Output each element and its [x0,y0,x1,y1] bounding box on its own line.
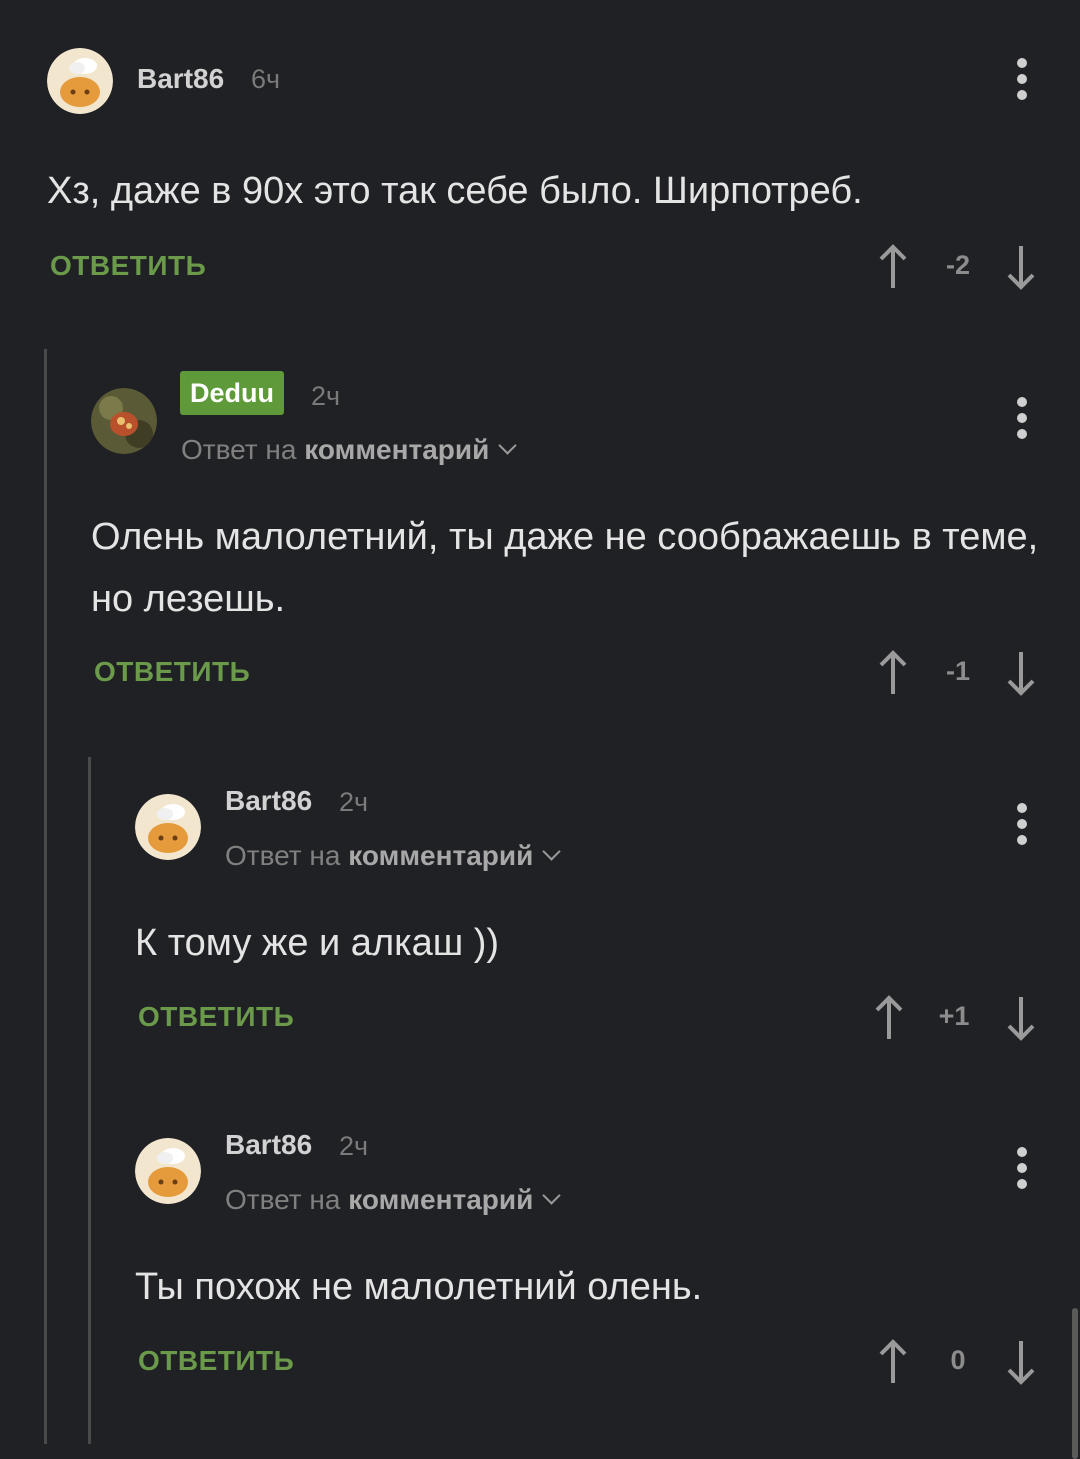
timestamp: 2ч [311,381,341,411]
reply-button[interactable]: ОТВЕТИТЬ [138,1345,294,1377]
reply-to-link[interactable]: Ответ на комментарий [225,1184,562,1216]
timestamp: 6ч [251,64,281,94]
chevron-down-icon[interactable] [542,842,562,861]
arrow-up-icon[interactable] [878,1339,908,1385]
arrow-down-icon[interactable] [1006,1339,1036,1385]
reply-to-prefix: Ответ на [225,1184,341,1215]
comment-text: К тому же и алкаш )) [135,922,500,964]
vote-controls: +1 [874,995,1038,1041]
vote-controls: -2 [878,244,1038,290]
reply-to-target[interactable]: комментарий [304,434,489,465]
score: +1 [938,1001,970,1031]
username[interactable]: Bart86 [225,1129,312,1161]
arrow-down-icon[interactable] [1006,244,1036,290]
username[interactable]: Bart86 [225,785,312,817]
reply-to-target[interactable]: комментарий [348,1184,533,1215]
reply-to-prefix: Ответ на [225,840,341,871]
comment-text: Ты похож не малолетний олень. [135,1266,703,1308]
reply-button[interactable]: ОТВЕТИТЬ [138,1001,294,1033]
comment-text: Хз, даже в 90х это так себе было. Ширпот… [47,170,863,212]
arrow-up-icon[interactable] [878,244,908,290]
avatar[interactable] [135,1138,201,1204]
more-vertical-icon[interactable] [1012,803,1032,849]
score: -1 [945,656,970,686]
arrow-up-icon[interactable] [878,650,908,696]
vote-controls: -1 [878,650,1038,696]
score: -2 [945,250,970,280]
more-vertical-icon[interactable] [1012,1147,1032,1193]
arrow-up-icon[interactable] [874,995,904,1041]
avatar[interactable] [47,48,113,114]
timestamp: 2ч [339,787,369,817]
reply-button[interactable]: ОТВЕТИТЬ [94,656,250,688]
more-vertical-icon[interactable] [1012,58,1032,104]
timestamp: 2ч [339,1131,369,1161]
username-badge[interactable]: Deduu [180,371,284,415]
avatar[interactable] [91,388,157,454]
avatar[interactable] [135,794,201,860]
vote-controls: 0 [878,1339,1038,1385]
arrow-down-icon[interactable] [1006,650,1036,696]
thread-line-level-2 [88,757,91,1444]
reply-button[interactable]: ОТВЕТИТЬ [50,250,206,282]
more-vertical-icon[interactable] [1012,397,1032,443]
reply-to-link[interactable]: Ответ на комментарий [181,434,518,466]
reply-to-target[interactable]: комментарий [348,840,533,871]
thread-line-level-1 [44,349,47,1444]
arrow-down-icon[interactable] [1006,995,1036,1041]
chevron-down-icon[interactable] [498,436,518,455]
reply-to-prefix: Ответ на [181,434,297,465]
username[interactable]: Bart86 [137,63,224,95]
chevron-down-icon[interactable] [542,1186,562,1205]
score: 0 [950,1345,966,1375]
comment-text: Олень малолетний, ты даже не соображаешь… [91,516,1039,620]
scrollbar[interactable] [1072,1308,1078,1459]
reply-to-link[interactable]: Ответ на комментарий [225,840,562,872]
